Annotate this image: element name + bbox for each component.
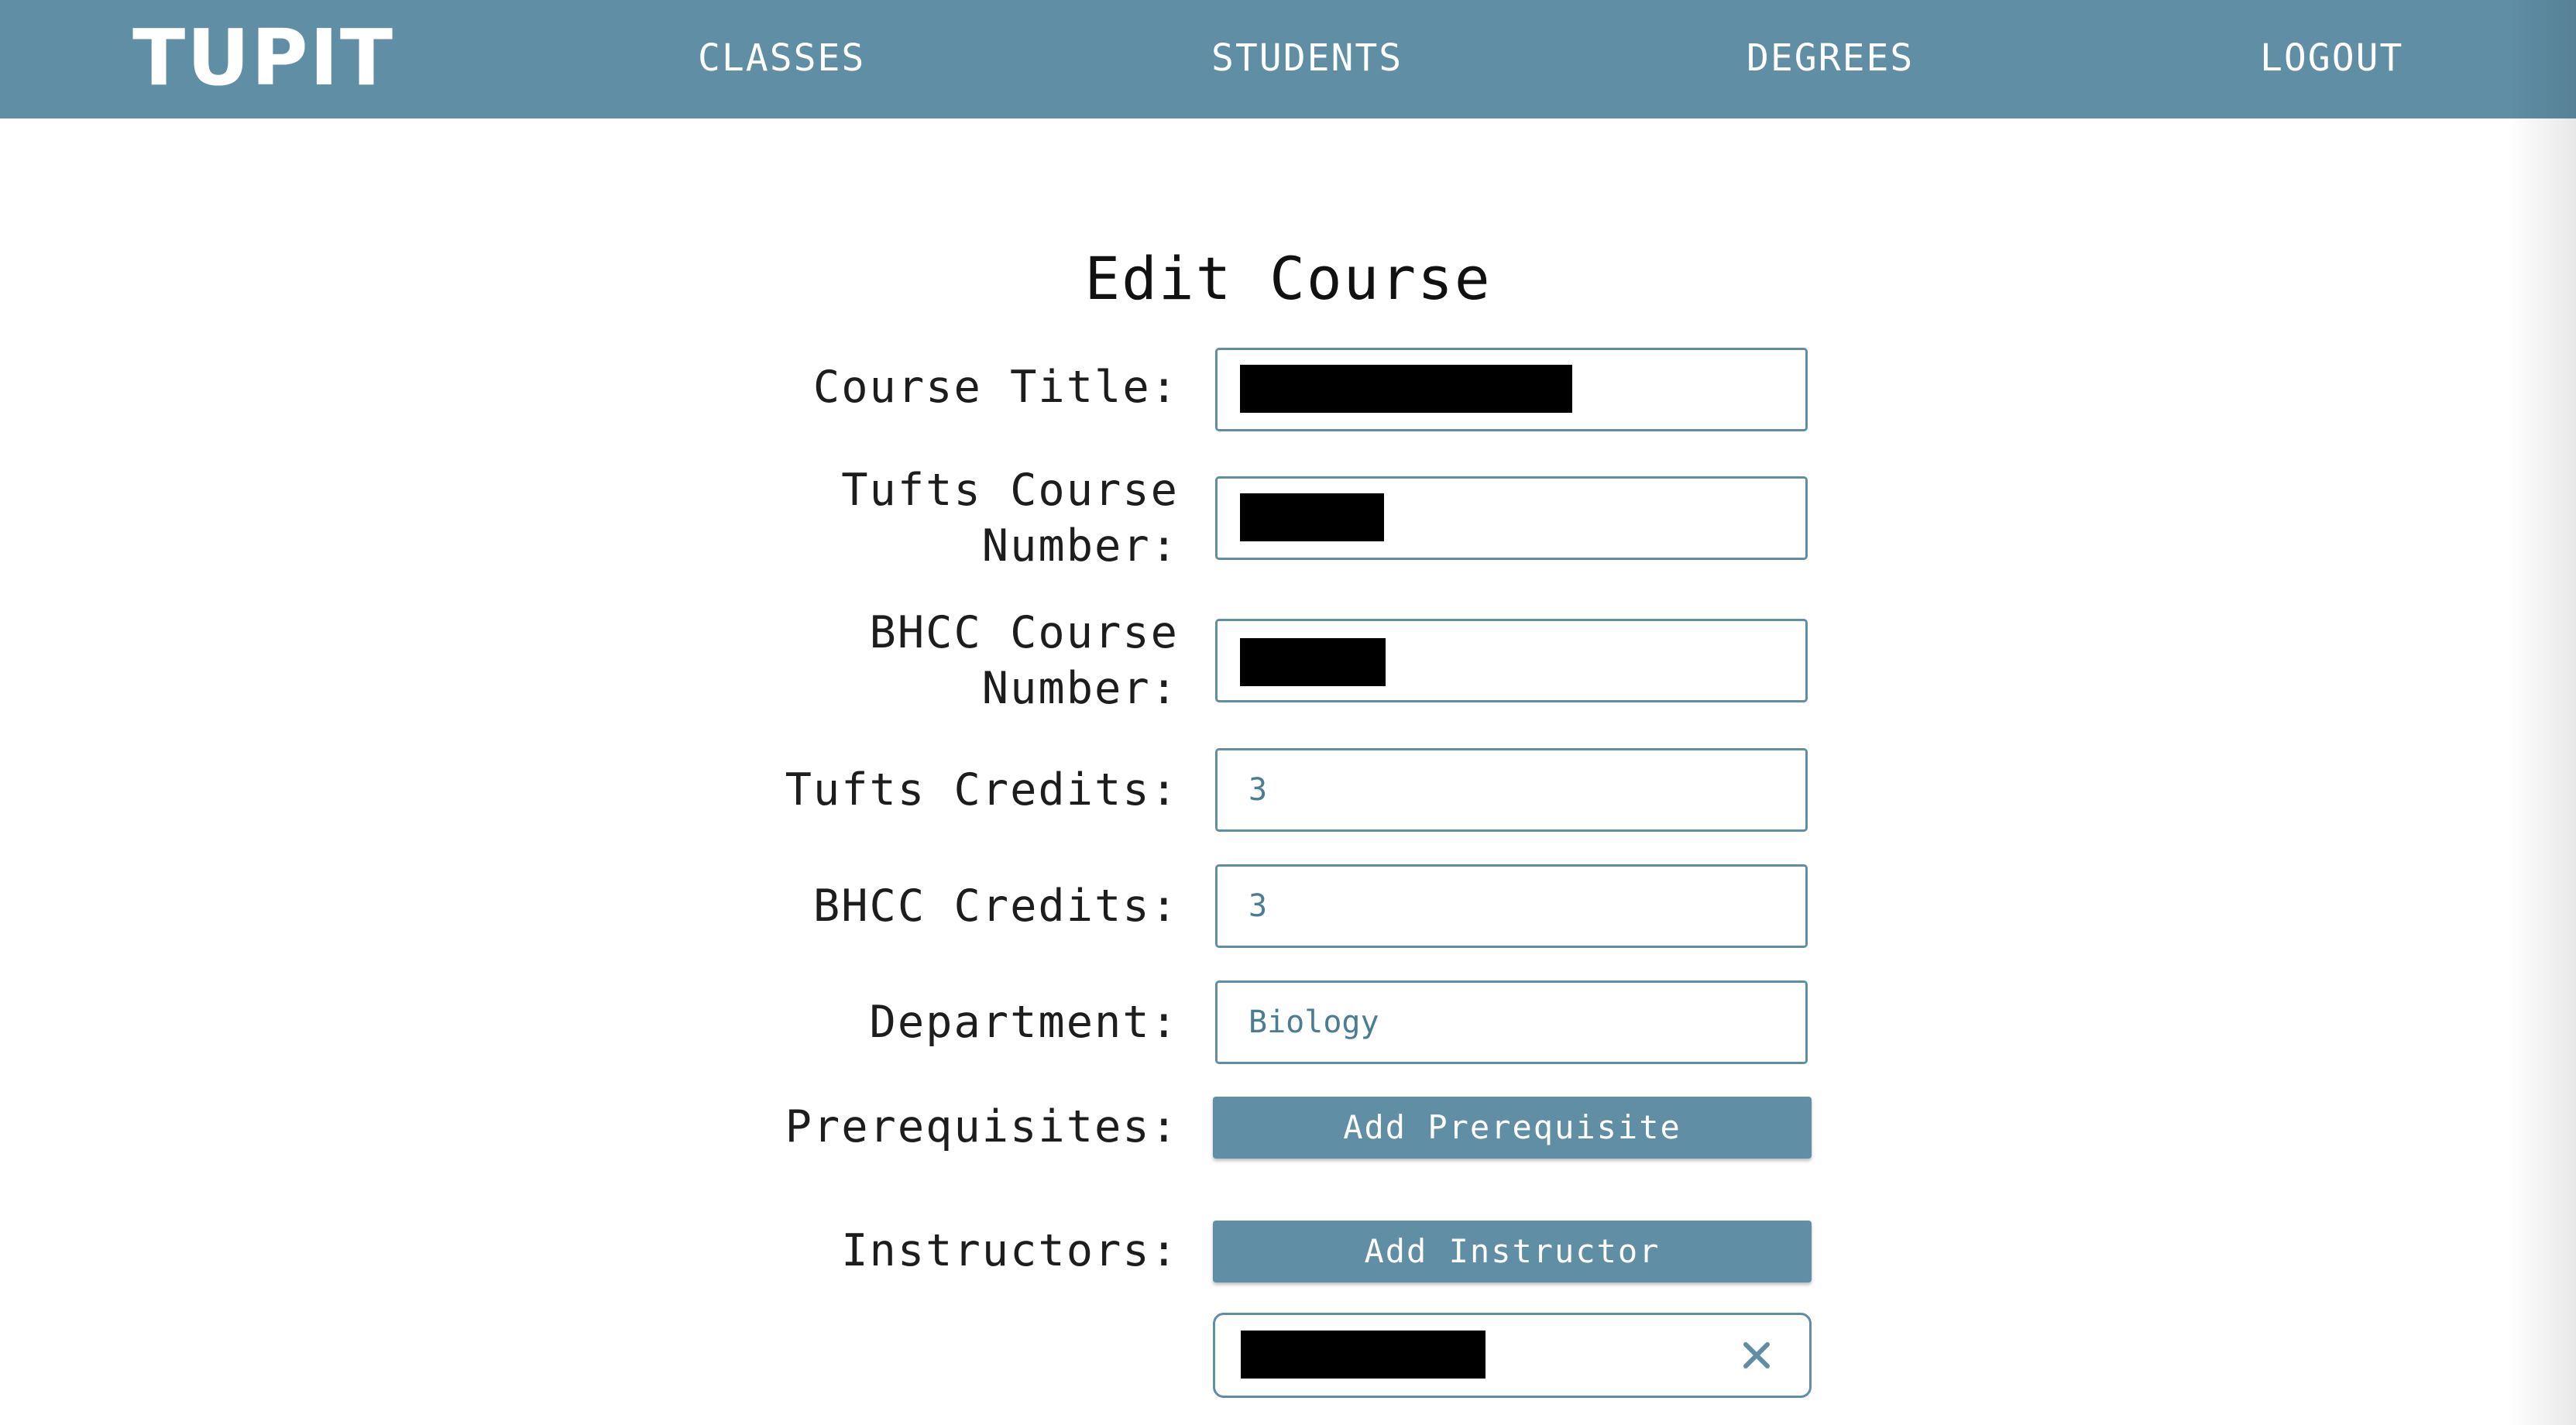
redacted-tufts-course-number: [1240, 493, 1384, 541]
department-input[interactable]: [1215, 980, 1808, 1064]
tufts-credits-input[interactable]: [1215, 748, 1808, 832]
nav-link-students[interactable]: STUDENTS: [1211, 34, 1403, 82]
bhcc-credits-label: BHCC Credits:: [812, 881, 1179, 932]
nav-link-degrees[interactable]: DEGREES: [1747, 34, 1914, 82]
tufts-course-number-label-line2: Number:: [981, 520, 1179, 572]
instructor-chip: [1213, 1313, 1812, 1398]
add-instructor-button[interactable]: Add Instructor: [1213, 1221, 1812, 1282]
nav-link-logout[interactable]: LOGOUT: [2260, 34, 2403, 82]
close-icon[interactable]: [1738, 1337, 1775, 1374]
nav-link-classes[interactable]: CLASSES: [698, 34, 865, 82]
bhcc-course-number-label-line1: BHCC Course: [869, 607, 1179, 658]
bhcc-course-number-input[interactable]: [1215, 619, 1808, 702]
tufts-course-number-label-line1: Tufts Course: [841, 465, 1179, 516]
page: TUPIT CLASSES STUDENTS DEGREES LOGOUT Ed…: [0, 0, 2576, 1425]
bhcc-course-number-label-line2: Number:: [981, 663, 1179, 714]
redacted-course-title: [1240, 365, 1572, 413]
top-navbar: TUPIT CLASSES STUDENTS DEGREES LOGOUT: [0, 0, 2576, 118]
department-label: Department:: [869, 997, 1179, 1048]
bhcc-credits-input[interactable]: [1215, 864, 1808, 948]
page-title: Edit Course: [1084, 244, 1492, 313]
redacted-bhcc-course-number: [1240, 638, 1386, 686]
course-title-label: Course Title:: [812, 362, 1179, 413]
logo[interactable]: TUPIT: [132, 17, 394, 99]
add-prerequisite-button[interactable]: Add Prerequisite: [1213, 1097, 1812, 1159]
instructors-label: Instructors:: [841, 1225, 1179, 1276]
prerequisites-label: Prerequisites:: [785, 1101, 1179, 1152]
redacted-instructor-name: [1241, 1331, 1485, 1379]
tufts-course-number-input[interactable]: [1215, 476, 1808, 560]
tufts-credits-label: Tufts Credits:: [785, 764, 1179, 816]
scroll-shadow: [2508, 0, 2576, 1425]
course-title-input[interactable]: [1215, 348, 1808, 431]
